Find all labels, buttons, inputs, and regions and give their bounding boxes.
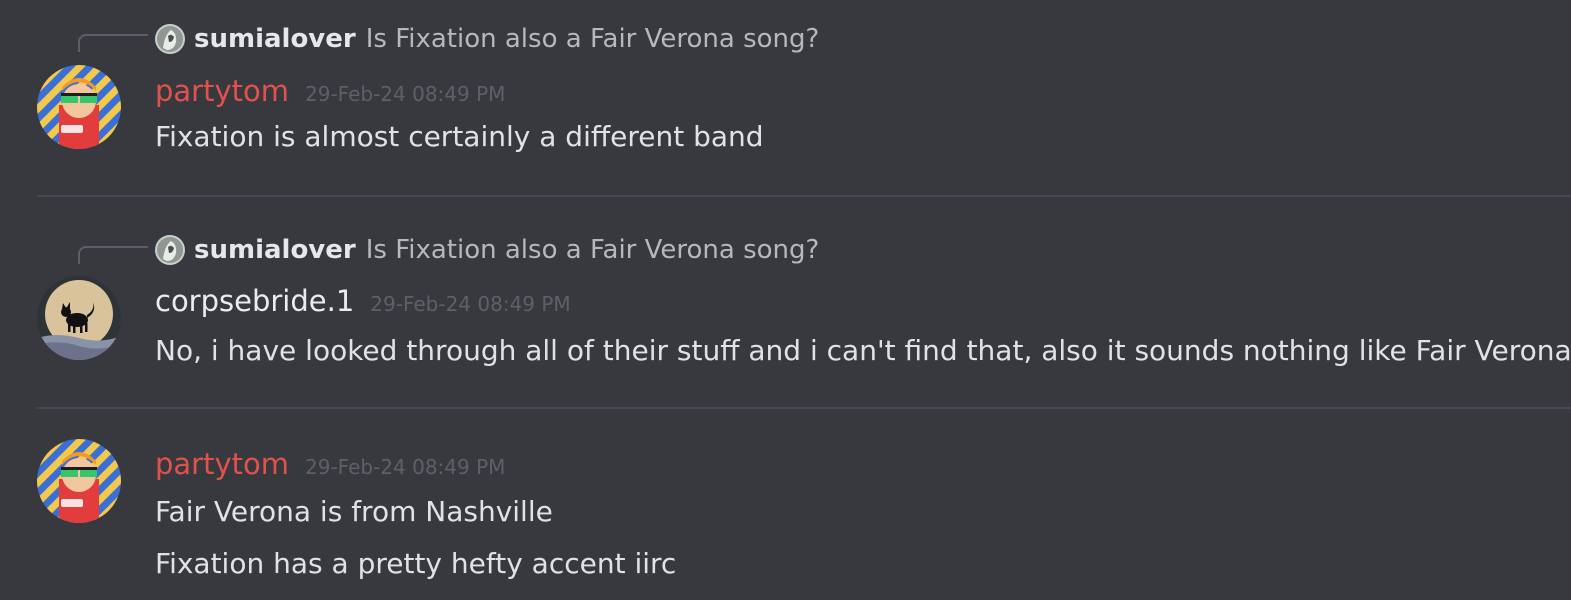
- message-divider: [37, 407, 1571, 409]
- reply-connector: [78, 246, 148, 264]
- partytom-avatar-icon[interactable]: [37, 439, 121, 523]
- reply-text[interactable]: Is Fixation also a Fair Verona song?: [366, 24, 820, 54]
- message-header: partytom 29-Feb-24 08:49 PM: [155, 74, 505, 114]
- author-name[interactable]: corpsebride.1: [155, 284, 354, 318]
- reply-connector: [78, 34, 148, 52]
- message-text: No, i have looked through all of their s…: [155, 334, 1571, 367]
- message-text: Fixation is almost certainly a different…: [155, 120, 764, 153]
- message-text: Fixation has a pretty hefty accent iirc: [155, 547, 677, 580]
- timestamp[interactable]: 29-Feb-24 08:49 PM: [305, 455, 505, 479]
- message-text: Fair Verona is from Nashville: [155, 495, 553, 528]
- black-cat-avatar-icon[interactable]: [37, 276, 121, 360]
- timestamp[interactable]: 29-Feb-24 08:49 PM: [305, 82, 505, 106]
- sumialover-avatar-icon[interactable]: [155, 235, 185, 265]
- chat-messages: sumialover Is Fixation also a Fair Veron…: [0, 0, 1571, 600]
- message-header: corpsebride.1 29-Feb-24 08:49 PM: [155, 284, 571, 324]
- reply-preview[interactable]: sumialover Is Fixation also a Fair Veron…: [155, 233, 819, 267]
- reply-author[interactable]: sumialover: [194, 235, 356, 265]
- reply-text[interactable]: Is Fixation also a Fair Verona song?: [366, 235, 820, 265]
- timestamp[interactable]: 29-Feb-24 08:49 PM: [370, 292, 570, 316]
- reply-preview[interactable]: sumialover Is Fixation also a Fair Veron…: [155, 22, 819, 56]
- message-divider: [37, 195, 1571, 197]
- author-name[interactable]: partytom: [155, 447, 289, 481]
- message-header: partytom 29-Feb-24 08:49 PM: [155, 447, 505, 487]
- author-name[interactable]: partytom: [155, 74, 289, 108]
- reply-author[interactable]: sumialover: [194, 24, 356, 54]
- sumialover-avatar-icon[interactable]: [155, 24, 185, 54]
- partytom-avatar-icon[interactable]: [37, 65, 121, 149]
